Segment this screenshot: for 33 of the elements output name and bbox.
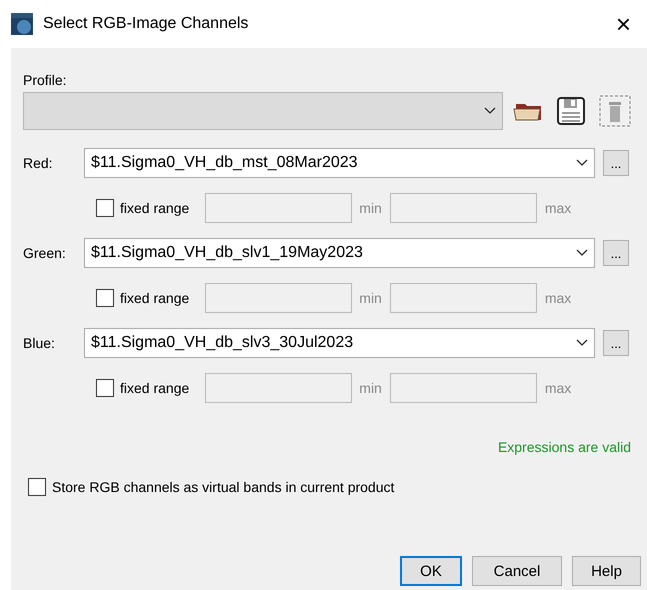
fixed-range-checkbox[interactable]: fixed range (96, 199, 190, 217)
chevron-down-icon (576, 339, 588, 347)
channel-label: Blue: (23, 335, 56, 351)
edit-expression-button[interactable]: ... (603, 240, 629, 266)
channel-label: Green: (23, 245, 67, 261)
trash-icon[interactable] (599, 95, 631, 127)
edit-expression-button[interactable]: ... (603, 150, 629, 176)
dialog-button[interactable]: Cancel (472, 556, 562, 586)
dialog-button[interactable]: OK (400, 556, 462, 586)
fixed-range-checkbox[interactable]: fixed range (96, 289, 190, 307)
min-label: min (359, 380, 382, 396)
max-label: max (544, 380, 572, 396)
chevron-down-icon (576, 249, 588, 257)
store-virtual-bands-checkbox[interactable]: Store RGB channels as virtual bands in current product (28, 478, 635, 496)
min-label: min (359, 200, 382, 216)
expression-dropdown[interactable]: $11.Sigma0_VH_db_slv3_30Jul2023 (84, 328, 595, 358)
save-icon[interactable] (557, 97, 585, 125)
channel-label: Red: (23, 155, 54, 171)
close-button[interactable]: × (612, 11, 635, 37)
validation-message: Expressions are valid (498, 439, 631, 455)
profile-label: Profile: (23, 72, 68, 88)
min-label: min (359, 290, 382, 306)
window-title: Select RGB-Image Channels (43, 15, 250, 33)
app-icon (11, 13, 33, 35)
expression-dropdown[interactable]: $11.Sigma0_VH_db_mst_08Mar2023 (84, 148, 595, 178)
max-label: max (544, 290, 572, 306)
max-label: max (544, 200, 572, 216)
expression-dropdown[interactable]: $11.Sigma0_VH_db_slv1_19May2023 (84, 238, 595, 268)
chevron-down-icon (484, 107, 496, 115)
edit-expression-button[interactable]: ... (603, 330, 629, 356)
chevron-down-icon (576, 159, 588, 167)
fixed-range-checkbox[interactable]: fixed range (96, 379, 190, 397)
dialog-button[interactable]: Help (572, 556, 641, 586)
